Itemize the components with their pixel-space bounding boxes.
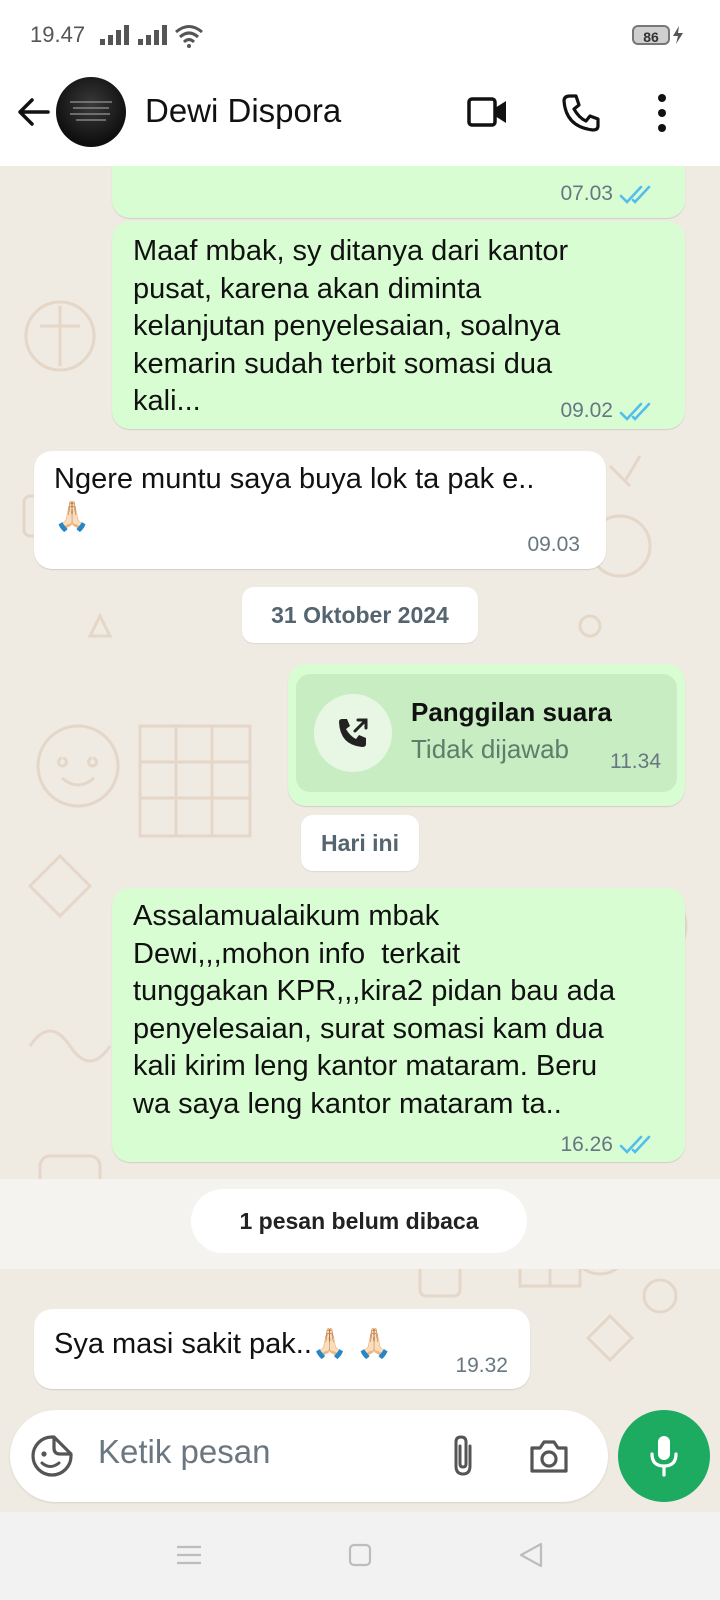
read-receipt-icon [619, 185, 651, 204]
voice-message-button[interactable] [618, 1410, 710, 1502]
chat-area[interactable]: 07.03 Maaf mbak, sy ditanya dari kantor … [0, 166, 720, 1410]
charging-icon [673, 26, 683, 44]
attach-icon[interactable] [446, 1432, 480, 1480]
avatar[interactable] [56, 77, 126, 147]
read-receipt-icon [619, 402, 651, 421]
date-separator: Hari ini [301, 815, 419, 871]
message-bubble-incoming[interactable]: Sya masi sakit pak..🙏🏻 🙏🏻 19.32 [34, 1309, 530, 1389]
date-separator: 31 Oktober 2024 [242, 587, 478, 643]
message-composer [10, 1410, 608, 1502]
back-nav-icon[interactable] [518, 1542, 544, 1568]
battery-indicator: 86 [632, 25, 670, 45]
message-time: 16.26 [560, 1133, 613, 1156]
call-title: Panggilan suara [411, 697, 612, 727]
outgoing-call-icon [339, 718, 368, 747]
status-bar: 19.47 86 [0, 0, 720, 68]
message-text: Maaf mbak, sy ditanya dari kantor pusat,… [133, 235, 569, 417]
voice-call-icon[interactable] [560, 92, 602, 134]
unread-count-chip: 1 pesan belum dibaca [191, 1189, 527, 1253]
message-input[interactable] [96, 1432, 430, 1472]
unread-banner: 1 pesan belum dibaca [0, 1179, 720, 1269]
home-nav-icon[interactable] [348, 1543, 372, 1567]
call-status: Tidak dijawab [411, 734, 570, 764]
menu-nav-icon[interactable] [176, 1544, 202, 1566]
message-time: 07.03 [560, 182, 613, 205]
message-time: 19.32 [455, 1354, 508, 1377]
call-icon-circle [314, 694, 392, 772]
message-bubble-outgoing[interactable]: Maaf mbak, sy ditanya dari kantor pusat,… [112, 221, 685, 429]
read-receipt-icon [619, 1135, 651, 1154]
system-nav-bar [0, 1512, 720, 1600]
camera-icon[interactable] [528, 1436, 570, 1476]
message-time: 11.34 [610, 750, 661, 773]
missed-call-card[interactable]: Panggilan suara Tidak dijawab 11.34 [296, 674, 677, 792]
microphone-icon [650, 1436, 678, 1477]
chat-header: Dewi Dispora [0, 68, 720, 167]
signal-icon [100, 25, 129, 45]
message-time: 09.03 [527, 533, 580, 556]
message-text: Sya masi sakit pak..🙏🏻 🙏🏻 [54, 1328, 393, 1360]
message-bubble-outgoing[interactable]: Assalamualaikum mbak Dewi,,,mohon info t… [112, 888, 685, 1162]
message-bubble-incoming[interactable]: Ngere muntu saya buya lok ta pak e.. 🙏🏻 … [34, 451, 606, 569]
wifi-icon [175, 25, 203, 48]
more-options-icon[interactable] [652, 92, 672, 134]
video-call-icon[interactable] [466, 92, 510, 132]
status-time: 19.47 [30, 22, 86, 47]
message-text: Assalamualaikum mbak Dewi,,,mohon info t… [133, 900, 616, 1120]
message-text: Ngere muntu saya buya lok ta pak e.. 🙏🏻 [54, 463, 535, 533]
sticker-icon[interactable] [30, 1434, 74, 1478]
back-arrow-icon[interactable] [14, 92, 54, 132]
signal-icon-2 [138, 25, 167, 45]
contact-name[interactable]: Dewi Dispora [145, 92, 341, 130]
message-bubble-outgoing[interactable]: 07.03 [112, 166, 685, 218]
message-time: 09.02 [560, 399, 613, 422]
